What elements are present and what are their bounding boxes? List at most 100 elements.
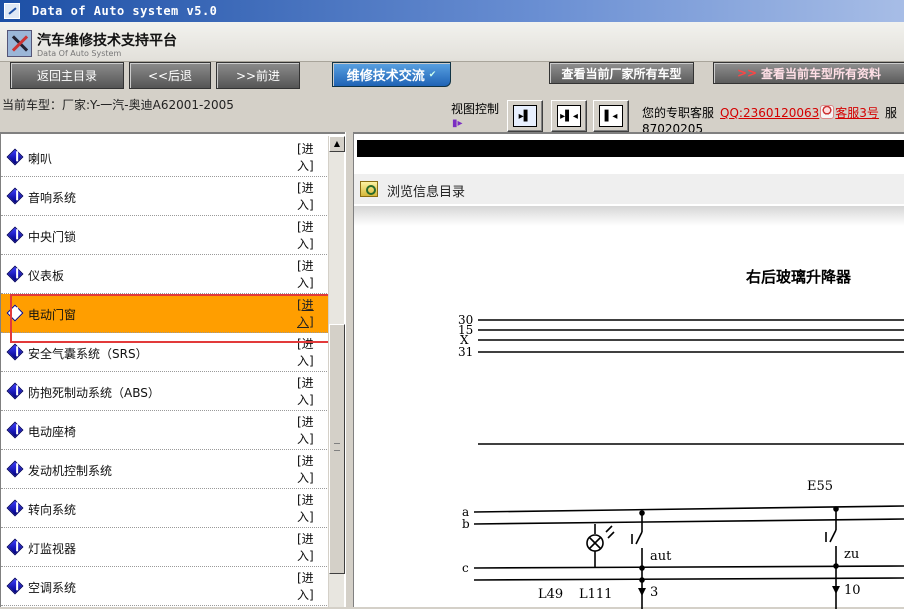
signal-rails [473,505,904,581]
category-label: 音响系统 [28,191,77,205]
arrow-zu-icon [832,586,840,594]
arrow-left-bar-icon: ▌◂ [599,105,623,127]
category-panel: 喇叭 [进入] 音响系统 [进入] 中央门锁 [进入] 仪表板 [进入] 电动门窗 [进入] 安全气… [0,132,345,607]
category-label: 仪表板 [28,269,65,283]
category-label: 中央门锁 [28,230,77,244]
diamond-bullet-icon [6,187,24,205]
category-item[interactable]: 安全气囊系统（SRS） [进入] [1,333,329,372]
switch-zu-node-c [833,563,839,569]
category-item[interactable]: 仪表板 [进入] [1,255,329,294]
brand-models-button[interactable]: 查看当前厂家所有车型 [549,62,694,84]
category-item[interactable]: 电动座椅 [进入] [1,411,329,450]
rail-label-b: b [462,517,470,531]
bus-label-31: 31 [458,345,473,359]
browse-directory-row[interactable]: 浏览信息目录 [354,174,904,204]
wire-label-l49: L49 [538,587,563,602]
diamond-bullet-icon [6,382,24,400]
switch-label-aut: aut [650,549,672,564]
enter-link[interactable]: [进入] [297,492,319,526]
customer-service-icon[interactable] [820,105,835,119]
enter-link[interactable]: [进入] [297,531,319,565]
enter-link[interactable]: [进入] [297,297,319,331]
diamond-bullet-icon [6,304,24,322]
split-arrows-icon: ▸▌◂ [557,105,581,127]
enter-link[interactable]: [进入] [297,453,319,487]
enter-link[interactable]: [进入] [297,219,319,253]
forward-button[interactable]: >>前进 [216,62,300,89]
category-item[interactable]: 发动机控制系统 [进入] [1,450,329,489]
category-item[interactable]: 灯监视器 [进入] [1,528,329,567]
info-bar: 当前车型：厂家:Y-一汽-奥迪A62001-2005 视图控制 ▮▸ ▸▌ ▸▌… [0,90,904,136]
category-label: 灯监视器 [28,542,77,556]
arrow-right-bar-icon: ▸▌ [513,105,537,127]
diamond-bullet-icon [6,226,24,244]
enter-link[interactable]: [进入] [297,414,319,448]
category-label: 空调系统 [28,581,77,595]
tools-logo-icon [7,30,32,57]
category-item[interactable]: 音响系统 [进入] [1,177,329,216]
rail-label-c: c [462,561,469,575]
window-title: Data of Auto system v5.0 [32,4,218,18]
power-bus-lines [478,319,904,445]
switch-aut-node-c [639,565,645,571]
model-docs-button[interactable]: >> 查看当前车型所有资料 [713,62,904,84]
view-expand-left-button[interactable]: ▸▌ [507,100,543,132]
switch-zu-blade [829,529,837,543]
enter-link[interactable]: [进入] [297,375,319,409]
back-button[interactable]: <<后退 [129,62,211,89]
category-item[interactable]: 转向系统 [进入] [1,489,329,528]
wiring-diagram: 右后玻璃升降器 30 15 X 31 E55 a b c aut zu L49 … [354,226,904,609]
wire-labels: L49 L111 3 10 [538,583,861,602]
support-label: 您的专职客服 [642,106,715,120]
wiring-diagram-svg: 右后玻璃升降器 30 15 X 31 E55 a b c aut zu L49 … [458,268,904,609]
home-button[interactable]: 返回主目录 [10,62,124,89]
terminal-label-10: 10 [844,583,861,598]
wire-label-l111: L111 [579,587,612,602]
enter-link[interactable]: [进入] [297,258,319,292]
qq-link[interactable]: QQ:2360120063 [720,106,819,120]
view-control-icon: ▮▸ [452,118,463,129]
current-model-text: 当前车型：厂家:Y-一汽-奥迪A62001-2005 [2,98,234,112]
category-item[interactable]: 防抱死制动系统（ABS） [进入] [1,372,329,411]
view-expand-right-button[interactable]: ▌◂ [593,100,629,132]
app-header: 汽车维修技术支持平台 Data Of Auto System [0,22,904,62]
content-panel: 浏览信息目录 右后玻璃升降器 30 15 X 31 E55 a b c aut … [354,132,904,609]
category-label: 防抱死制动系统（ABS） [28,386,160,400]
grip-icon [334,443,340,451]
diamond-bullet-icon [6,421,24,439]
enter-link[interactable]: [进入] [297,570,319,604]
diamond-bullet-icon [6,343,24,361]
switch-labels: aut zu [650,547,859,564]
scroll-thumb[interactable] [329,324,345,574]
enter-link[interactable]: [进入] [297,180,319,214]
terminal-label-3: 3 [650,585,658,600]
scroll-up-icon[interactable]: ▲ [329,136,345,152]
category-item[interactable]: 电动门窗 [进入] [1,294,329,333]
switch-aut-blade [635,531,643,545]
rail-labels: a b c [462,505,470,575]
view-control-label: 视图控制 [451,102,500,116]
category-item[interactable]: 喇叭 [进入] [1,138,329,177]
bus-labels: 30 15 X 31 [458,313,473,359]
brand-title: 汽车维修技术支持平台 [37,33,177,49]
enter-link[interactable]: [进入] [297,141,319,175]
diamond-bullet-icon [6,460,24,478]
service-link[interactable]: 客服3号 [835,106,879,120]
lamp-ray-2 [607,531,615,539]
category-item[interactable]: 中央门锁 [进入] [1,216,329,255]
category-label: 转向系统 [28,503,77,517]
category-item[interactable]: 空调系统 [进入] [1,567,329,606]
forum-button[interactable]: 维修技术交流 ✔ [332,62,451,87]
rail-c [473,565,904,569]
model-docs-label: 查看当前车型所有资料 [761,66,882,81]
support-contact: 您的专职客服 QQ:2360120063 客服3号服 [642,104,897,121]
diamond-bullet-icon [6,577,24,595]
browse-directory-label: 浏览信息目录 [387,185,466,200]
panel-splitter[interactable] [345,132,354,607]
enter-link[interactable]: [进入] [297,336,319,370]
vertical-scrollbar[interactable]: ▲ [328,136,345,607]
brand-subtitle: Data Of Auto System [37,49,122,58]
switch-zu [825,506,839,609]
view-split-button[interactable]: ▸▌◂ [551,100,587,132]
diamond-bullet-icon [6,499,24,517]
